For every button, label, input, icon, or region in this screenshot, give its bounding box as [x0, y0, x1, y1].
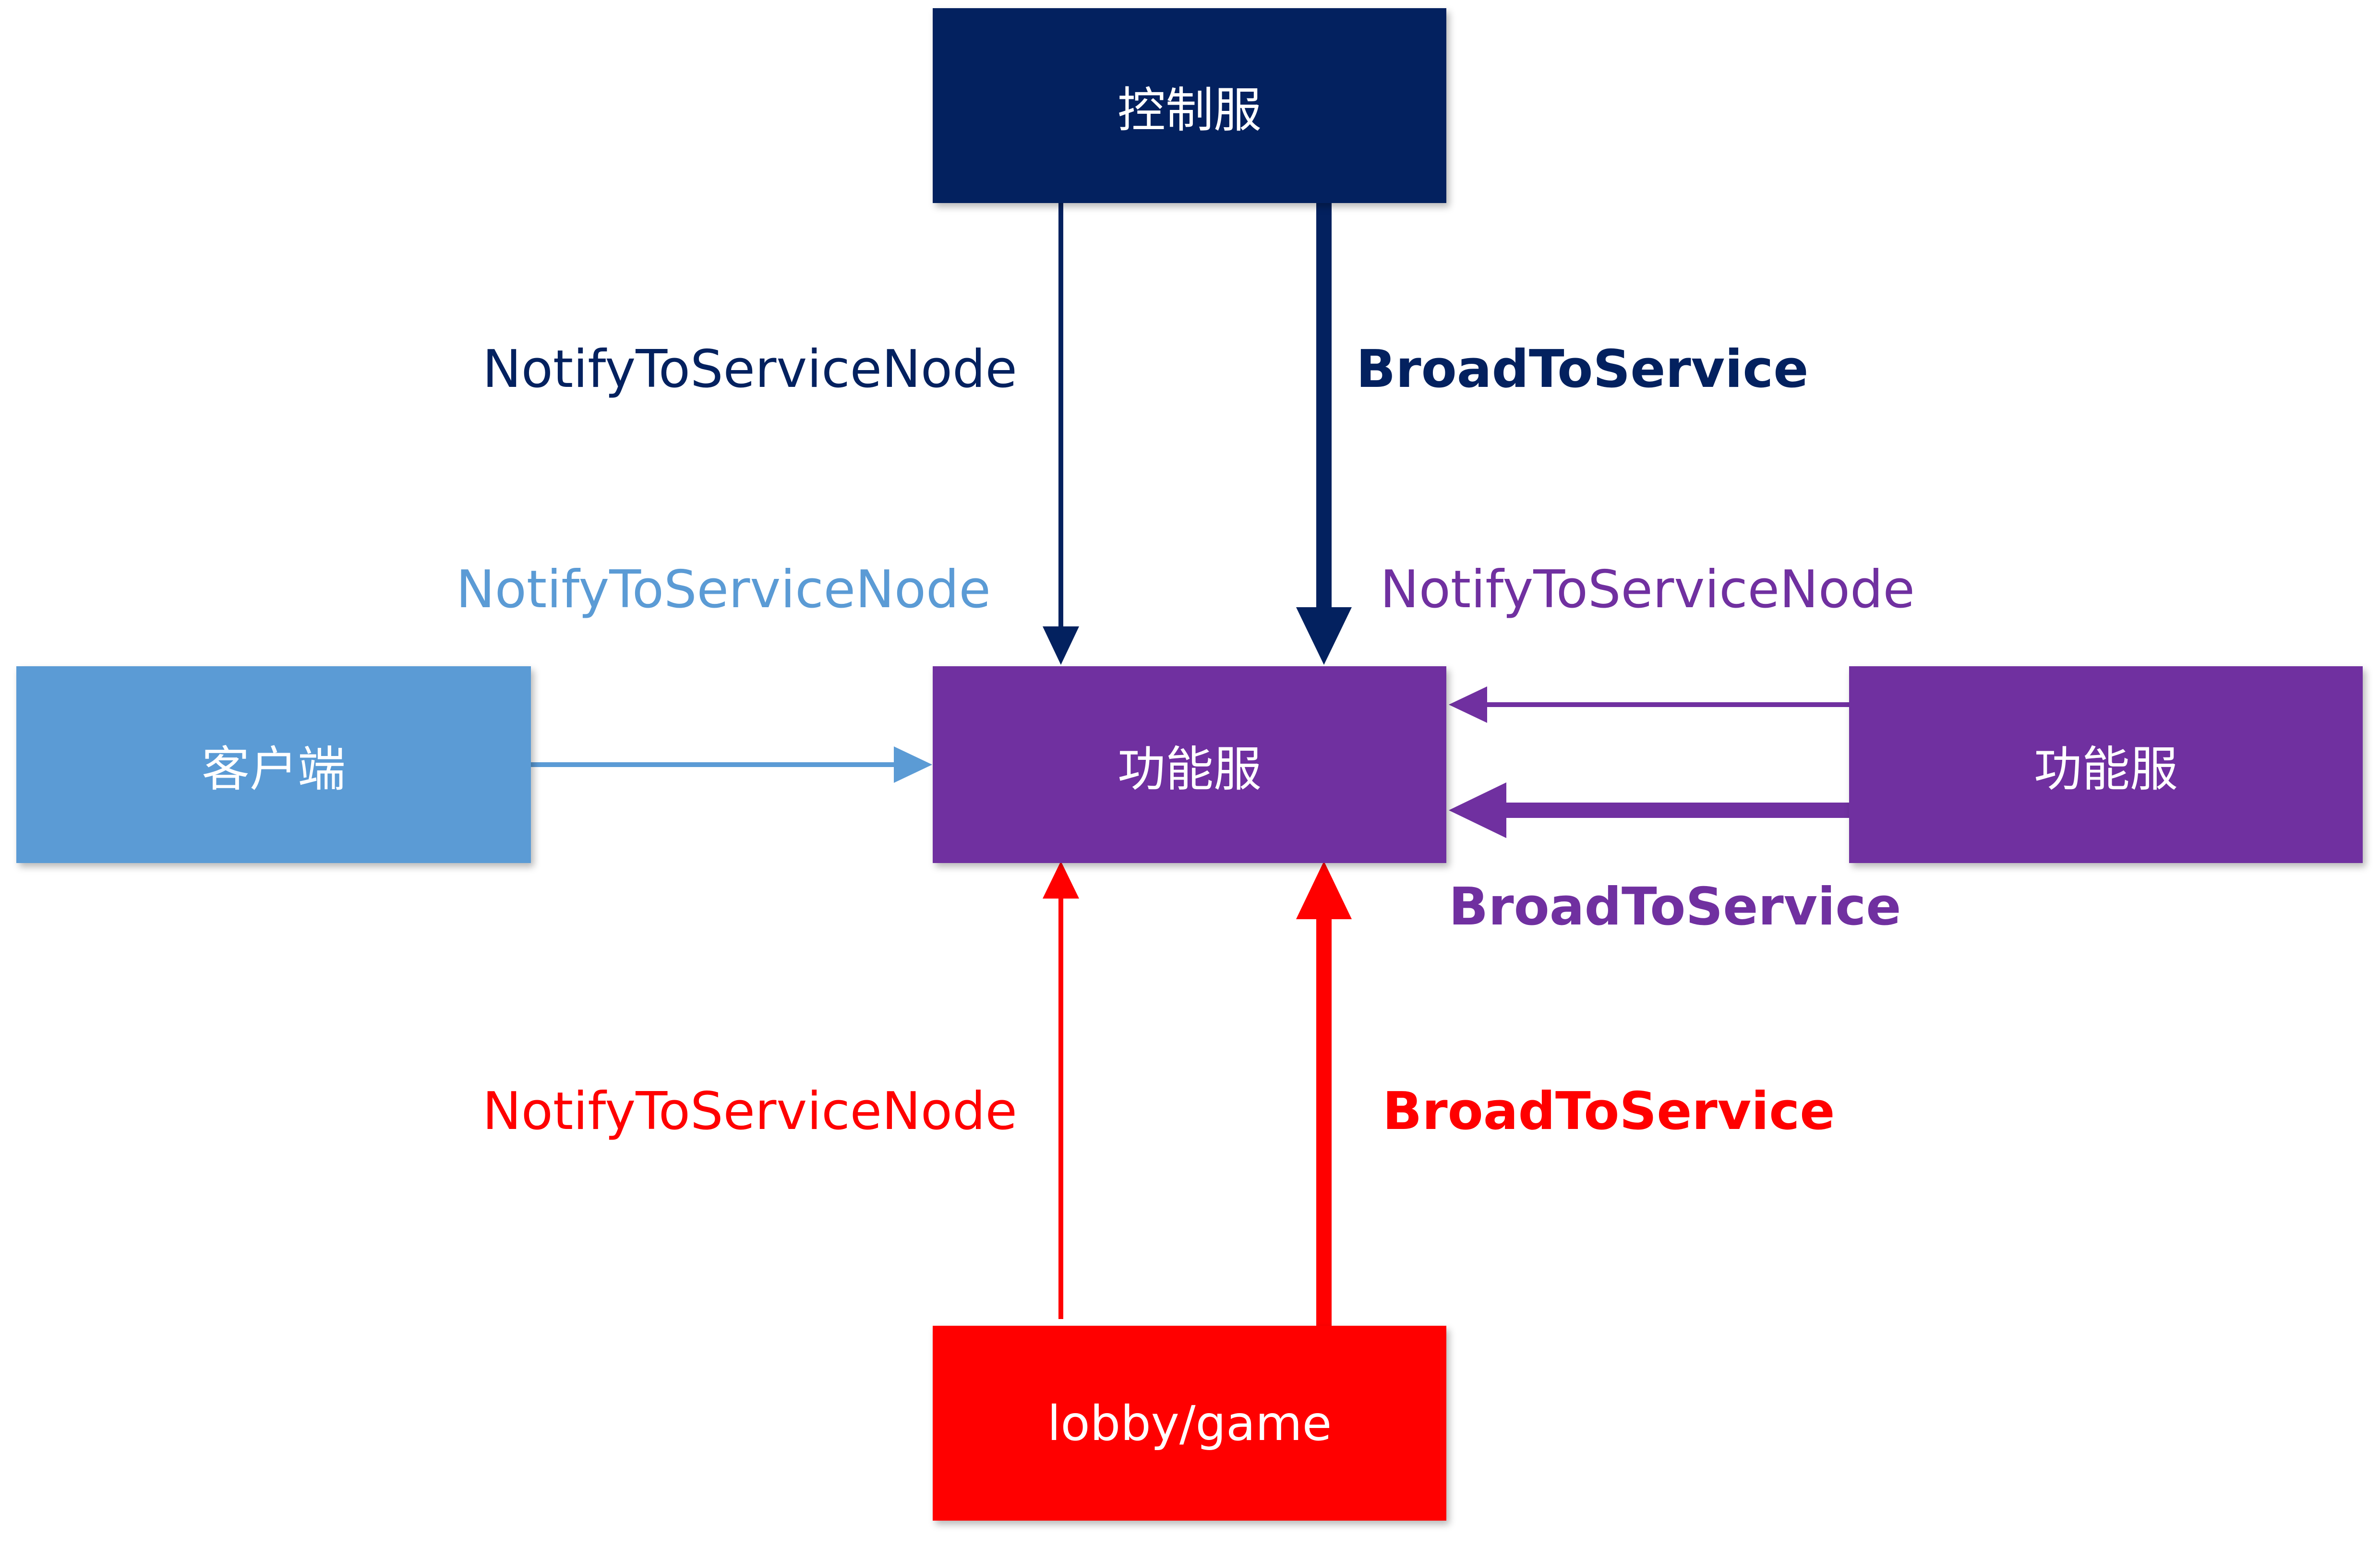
lobby-broad-arrowhead: [1296, 861, 1352, 919]
control-broad-arrowhead: [1296, 607, 1352, 665]
control-notify-arrowhead: [1043, 626, 1079, 665]
client-label: 客户端: [202, 741, 346, 797]
client-notify-label: NotifyToServiceNode: [456, 560, 991, 620]
function-server-right-node: 功能服: [1849, 666, 2363, 863]
lobby-broad-label: BroadToService: [1382, 1081, 1835, 1141]
control-server-node: 控制服: [933, 8, 1446, 203]
control-server-label: 控制服: [1118, 82, 1262, 138]
function-notify-arrowhead: [1449, 686, 1487, 723]
control-broad-label: BroadToService: [1356, 339, 1809, 399]
lobby-notify-label: NotifyToServiceNode: [482, 1081, 1017, 1141]
lobby-game-label: lobby/game: [1047, 1395, 1332, 1452]
function-broad-arrowhead: [1449, 782, 1506, 838]
control-notify-label: NotifyToServiceNode: [482, 339, 1017, 399]
lobby-game-node: lobby/game: [933, 1326, 1446, 1521]
client-notify-arrowhead: [894, 746, 932, 783]
function-server-center-label: 功能服: [1118, 741, 1262, 797]
function-broad-label: BroadToService: [1449, 877, 1901, 937]
lobby-notify-arrowhead: [1043, 861, 1079, 899]
function-notify-label: NotifyToServiceNode: [1380, 560, 1915, 620]
function-server-center-node: 功能服: [933, 666, 1446, 863]
function-server-right-label: 功能服: [2034, 741, 2178, 797]
client-node: 客户端: [16, 666, 531, 863]
